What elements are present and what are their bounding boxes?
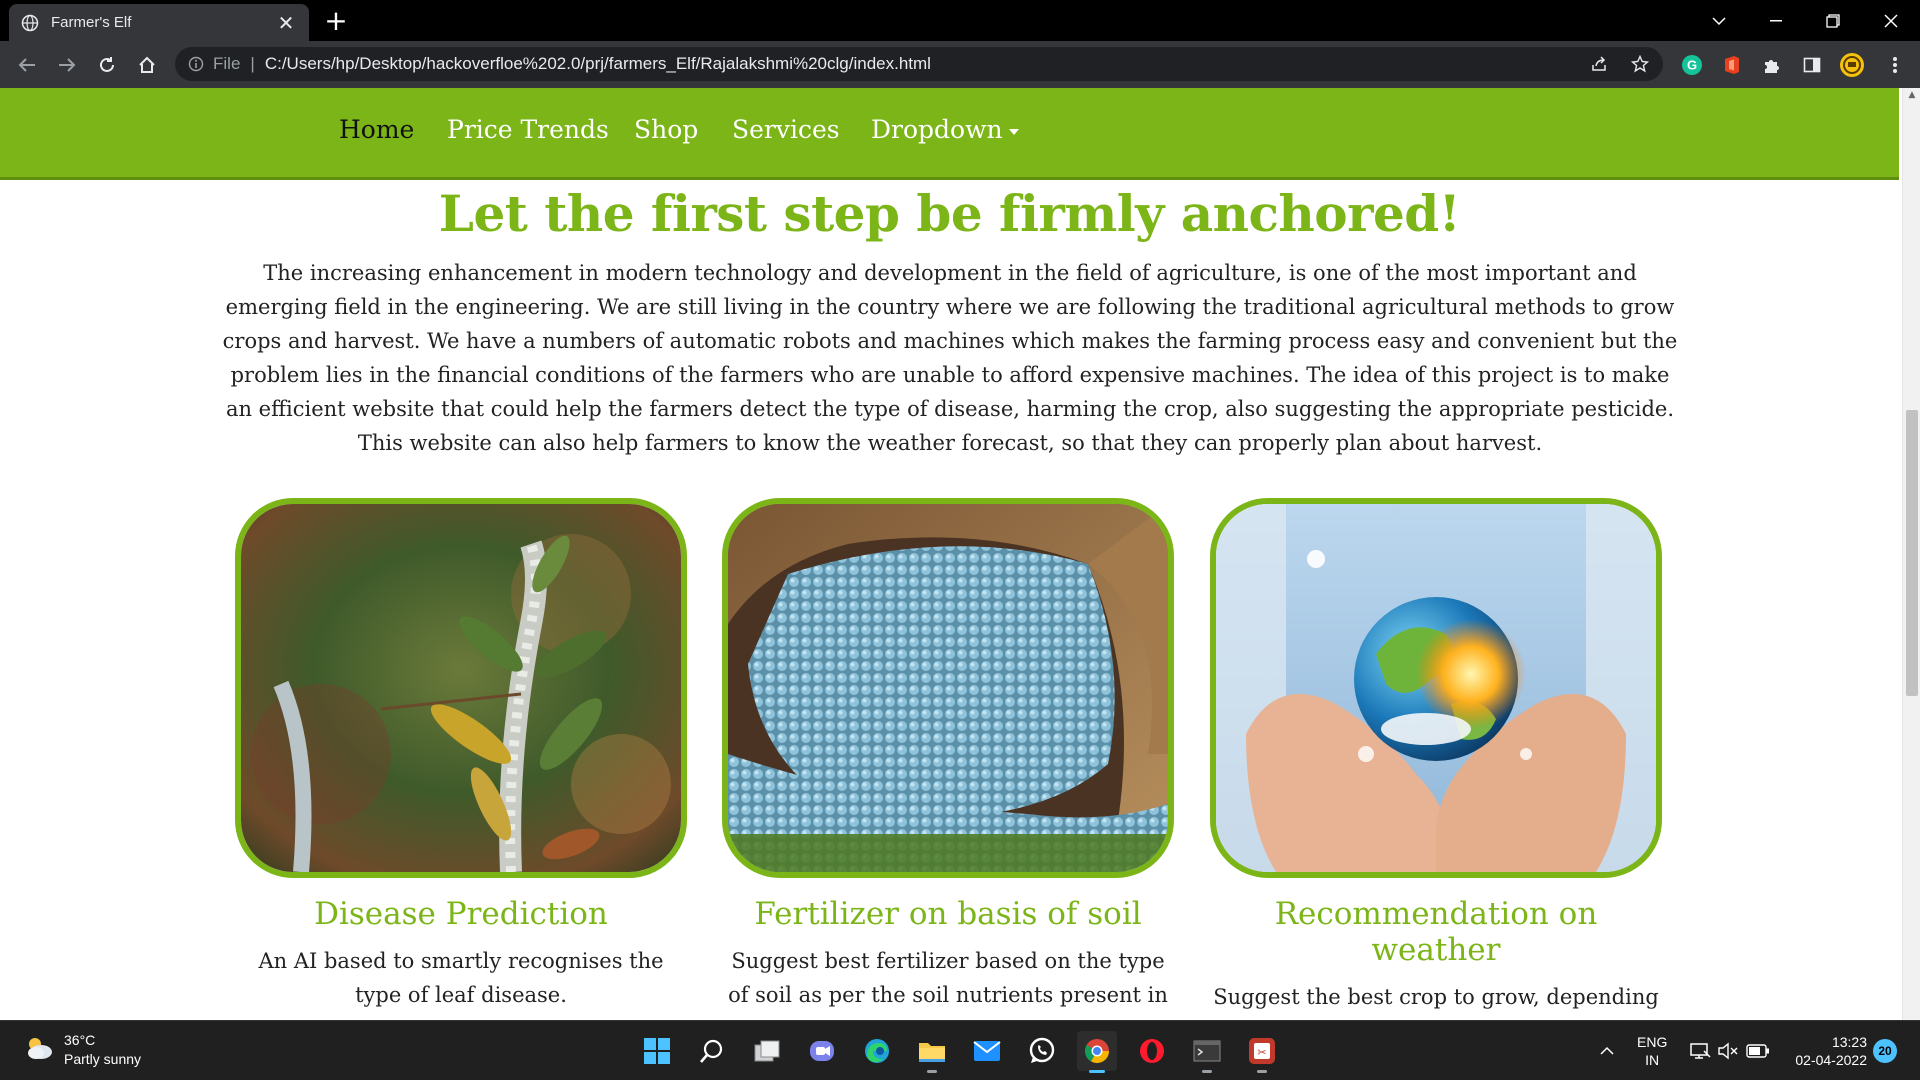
card-description: An AI based to smartly recognises the ty… xyxy=(258,949,664,1007)
nav-dropdown[interactable]: Dropdown xyxy=(871,115,1019,144)
browser-menu-icon[interactable] xyxy=(1882,52,1908,78)
file-explorer-icon[interactable] xyxy=(912,1031,952,1073)
forward-button[interactable] xyxy=(52,50,82,80)
tab-close-icon[interactable]: ✕ xyxy=(275,12,297,34)
scroll-up-icon[interactable]: ▲ xyxy=(1903,90,1920,104)
snipping-tool-icon[interactable]: ✂ xyxy=(1242,1031,1282,1073)
new-tab-button[interactable]: + xyxy=(322,7,350,35)
globe-in-hands-image xyxy=(1210,498,1662,878)
info-icon[interactable] xyxy=(187,55,205,73)
running-indicator xyxy=(1202,1070,1212,1073)
side-panel-icon[interactable] xyxy=(1799,52,1825,78)
hero-title: Let the first step be firmly anchored! xyxy=(438,184,1461,243)
edge-browser-icon[interactable] xyxy=(857,1031,897,1071)
windows-taskbar: 36°C Partly sunny ✂ ENG IN 13:23 02-04-2… xyxy=(0,1020,1920,1080)
minimize-button[interactable] xyxy=(1747,0,1805,41)
puzzle-extensions-icon[interactable] xyxy=(1759,52,1785,78)
home-button[interactable] xyxy=(132,50,162,80)
terminal-icon[interactable] xyxy=(1187,1031,1227,1073)
opera-icon[interactable] xyxy=(1132,1031,1172,1071)
card-title: Disease Prediction xyxy=(314,896,608,932)
network-icon[interactable] xyxy=(1689,1021,1711,1081)
whatsapp-icon[interactable] xyxy=(1022,1031,1062,1071)
language-indicator[interactable]: ENG IN xyxy=(1637,1021,1667,1081)
feature-card-weather: Recommendation on weather Suggest the be… xyxy=(1210,498,1662,1020)
search-icon[interactable] xyxy=(692,1031,732,1071)
card-description: Suggest the best crop to grow, depending… xyxy=(1213,985,1659,1020)
chrome-icon[interactable] xyxy=(1077,1031,1117,1073)
fertilizer-image xyxy=(722,498,1174,878)
restore-button[interactable] xyxy=(1804,0,1862,41)
browser-toolbar: File | C:/Users/hp/Desktop/hackoverfloe%… xyxy=(0,41,1920,88)
browser-tab-strip: Farmer's Elf ✕ + xyxy=(0,0,1920,41)
running-indicator xyxy=(1257,1070,1267,1073)
card-description: Suggest best fertilizer based on the typ… xyxy=(728,949,1168,1020)
reload-button[interactable] xyxy=(92,50,122,80)
office-extension-icon[interactable] xyxy=(1719,52,1745,78)
card-title: Fertilizer on basis of soil xyxy=(754,896,1142,932)
globe-icon xyxy=(21,14,39,32)
start-button[interactable] xyxy=(637,1031,677,1071)
svg-text:✂: ✂ xyxy=(1257,1047,1266,1059)
url-text[interactable]: C:/Users/hp/Desktop/hackoverfloe%202.0/p… xyxy=(265,54,931,74)
battery-icon[interactable] xyxy=(1746,1021,1770,1081)
tab-title: Farmer's Elf xyxy=(51,14,132,31)
browser-tab[interactable]: Farmer's Elf ✕ xyxy=(9,4,309,41)
site-navbar: Home Price Trends Shop Services Dropdown xyxy=(0,88,1899,180)
clock-date: 02-04-2022 xyxy=(1795,1052,1867,1068)
caret-down-icon xyxy=(1008,128,1019,135)
page-viewport: Home Price Trends Shop Services Dropdown… xyxy=(0,88,1920,1020)
region-code: IN xyxy=(1645,1052,1660,1068)
clock[interactable]: 13:23 02-04-2022 xyxy=(1787,1021,1867,1081)
disease-plant-image xyxy=(235,498,687,878)
nav-shop[interactable]: Shop xyxy=(634,115,698,144)
share-icon[interactable] xyxy=(1585,50,1613,78)
language-code: ENG xyxy=(1637,1034,1668,1050)
url-separator: | xyxy=(250,54,255,73)
page-scrollbar[interactable]: ▲ xyxy=(1902,88,1920,1020)
bookmark-star-icon[interactable] xyxy=(1626,50,1654,78)
scrollbar-thumb[interactable] xyxy=(1906,410,1918,696)
tab-search-icon[interactable] xyxy=(1690,0,1748,41)
running-indicator xyxy=(927,1070,937,1073)
partly-sunny-icon xyxy=(24,1035,54,1065)
volume-muted-icon[interactable] xyxy=(1717,1021,1739,1081)
svg-text:G: G xyxy=(1687,58,1697,73)
address-bar[interactable]: File | C:/Users/hp/Desktop/hackoverfloe%… xyxy=(175,47,1663,81)
card-title: Recommendation on weather xyxy=(1274,896,1598,968)
nav-dropdown-label: Dropdown xyxy=(871,115,1003,144)
url-scheme: File xyxy=(213,54,241,73)
weather-temperature: 36°C xyxy=(64,1032,96,1048)
nav-home[interactable]: Home xyxy=(339,115,414,144)
feature-card-fertilizer: Fertilizer on basis of soil Suggest best… xyxy=(722,498,1174,1020)
grammarly-extension-icon[interactable]: G xyxy=(1679,52,1705,78)
mail-icon[interactable] xyxy=(967,1031,1007,1071)
teams-chat-icon[interactable] xyxy=(802,1031,842,1071)
close-window-button[interactable] xyxy=(1862,0,1920,41)
show-hidden-icons[interactable] xyxy=(1600,1021,1614,1081)
clock-time: 13:23 xyxy=(1831,1034,1867,1050)
task-view-icon[interactable] xyxy=(747,1031,787,1071)
nav-services[interactable]: Services xyxy=(732,115,840,144)
back-button[interactable] xyxy=(12,50,42,80)
weather-description: Partly sunny xyxy=(64,1051,142,1067)
profile-avatar-icon[interactable] xyxy=(1839,52,1865,78)
intro-paragraph: The increasing enhancement in modern tec… xyxy=(222,261,1678,455)
feature-card-disease: Disease Prediction An AI based to smartl… xyxy=(235,498,687,1012)
active-indicator xyxy=(1089,1070,1105,1073)
nav-price-trends[interactable]: Price Trends xyxy=(447,115,609,144)
weather-widget[interactable]: 36°C Partly sunny xyxy=(24,1031,141,1069)
notification-badge[interactable]: 20 xyxy=(1873,1039,1897,1063)
